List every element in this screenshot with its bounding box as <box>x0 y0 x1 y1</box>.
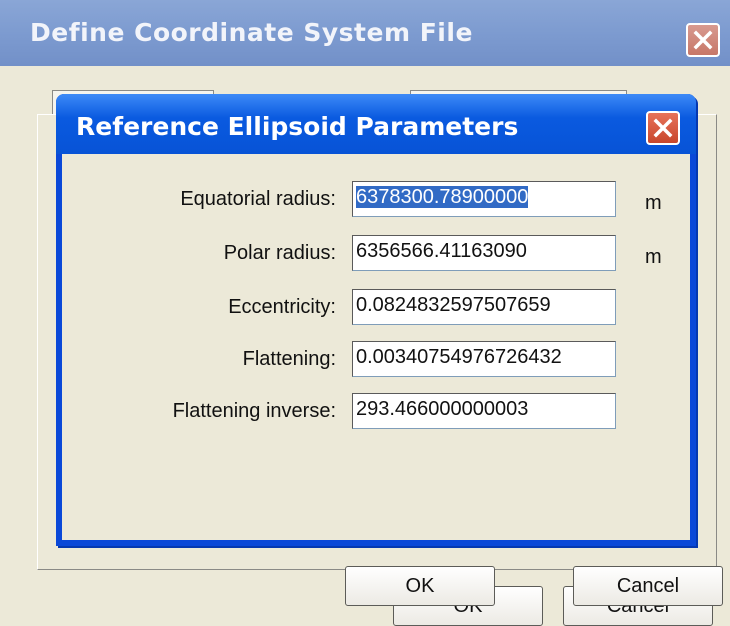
flattening-label: Flattening: <box>242 348 336 370</box>
dialog-cancel-button[interactable]: Cancel <box>573 566 723 606</box>
equatorial-radius-label: Equatorial radius: <box>180 188 336 210</box>
eccentricity-value: 0.0824832597507659 <box>356 294 551 316</box>
eccentricity-field[interactable]: 0.0824832597507659 <box>352 289 616 325</box>
window-title: Define Coordinate System File <box>30 18 473 47</box>
equatorial-radius-unit: m <box>645 192 662 214</box>
dialog-ok-button[interactable]: OK <box>345 566 495 606</box>
dialog-title: Reference Ellipsoid Parameters <box>76 112 519 141</box>
dialog-title-bar[interactable]: Reference Ellipsoid Parameters <box>56 94 696 154</box>
flattening-value: 0.00340754976726432 <box>356 346 562 368</box>
close-icon <box>693 30 713 50</box>
flattening-inverse-label: Flattening inverse: <box>172 400 336 422</box>
dialog-close-button[interactable] <box>646 111 680 145</box>
reference-ellipsoid-dialog: Reference Ellipsoid Parameters Equatoria… <box>56 94 723 606</box>
flattening-inverse-field[interactable]: 293.466000000003 <box>352 393 616 429</box>
polar-radius-unit: m <box>645 246 662 268</box>
flattening-field[interactable]: 0.00340754976726432 <box>352 341 616 377</box>
polar-radius-label: Polar radius: <box>223 242 336 264</box>
window-close-button[interactable] <box>686 23 720 57</box>
polar-radius-value: 6356566.41163090 <box>356 240 527 262</box>
dialog-body: Equatorial radius: 6378300.78900000 m Po… <box>62 154 690 540</box>
equatorial-radius-field[interactable]: 6378300.78900000 <box>352 181 616 217</box>
close-icon <box>653 118 673 138</box>
eccentricity-label: Eccentricity: <box>228 296 336 318</box>
polar-radius-field[interactable]: 6356566.41163090 <box>352 235 616 271</box>
window-title-bar[interactable]: Define Coordinate System File <box>0 0 730 66</box>
equatorial-radius-value: 6378300.78900000 <box>356 186 529 208</box>
flattening-inverse-value: 293.466000000003 <box>356 398 529 420</box>
